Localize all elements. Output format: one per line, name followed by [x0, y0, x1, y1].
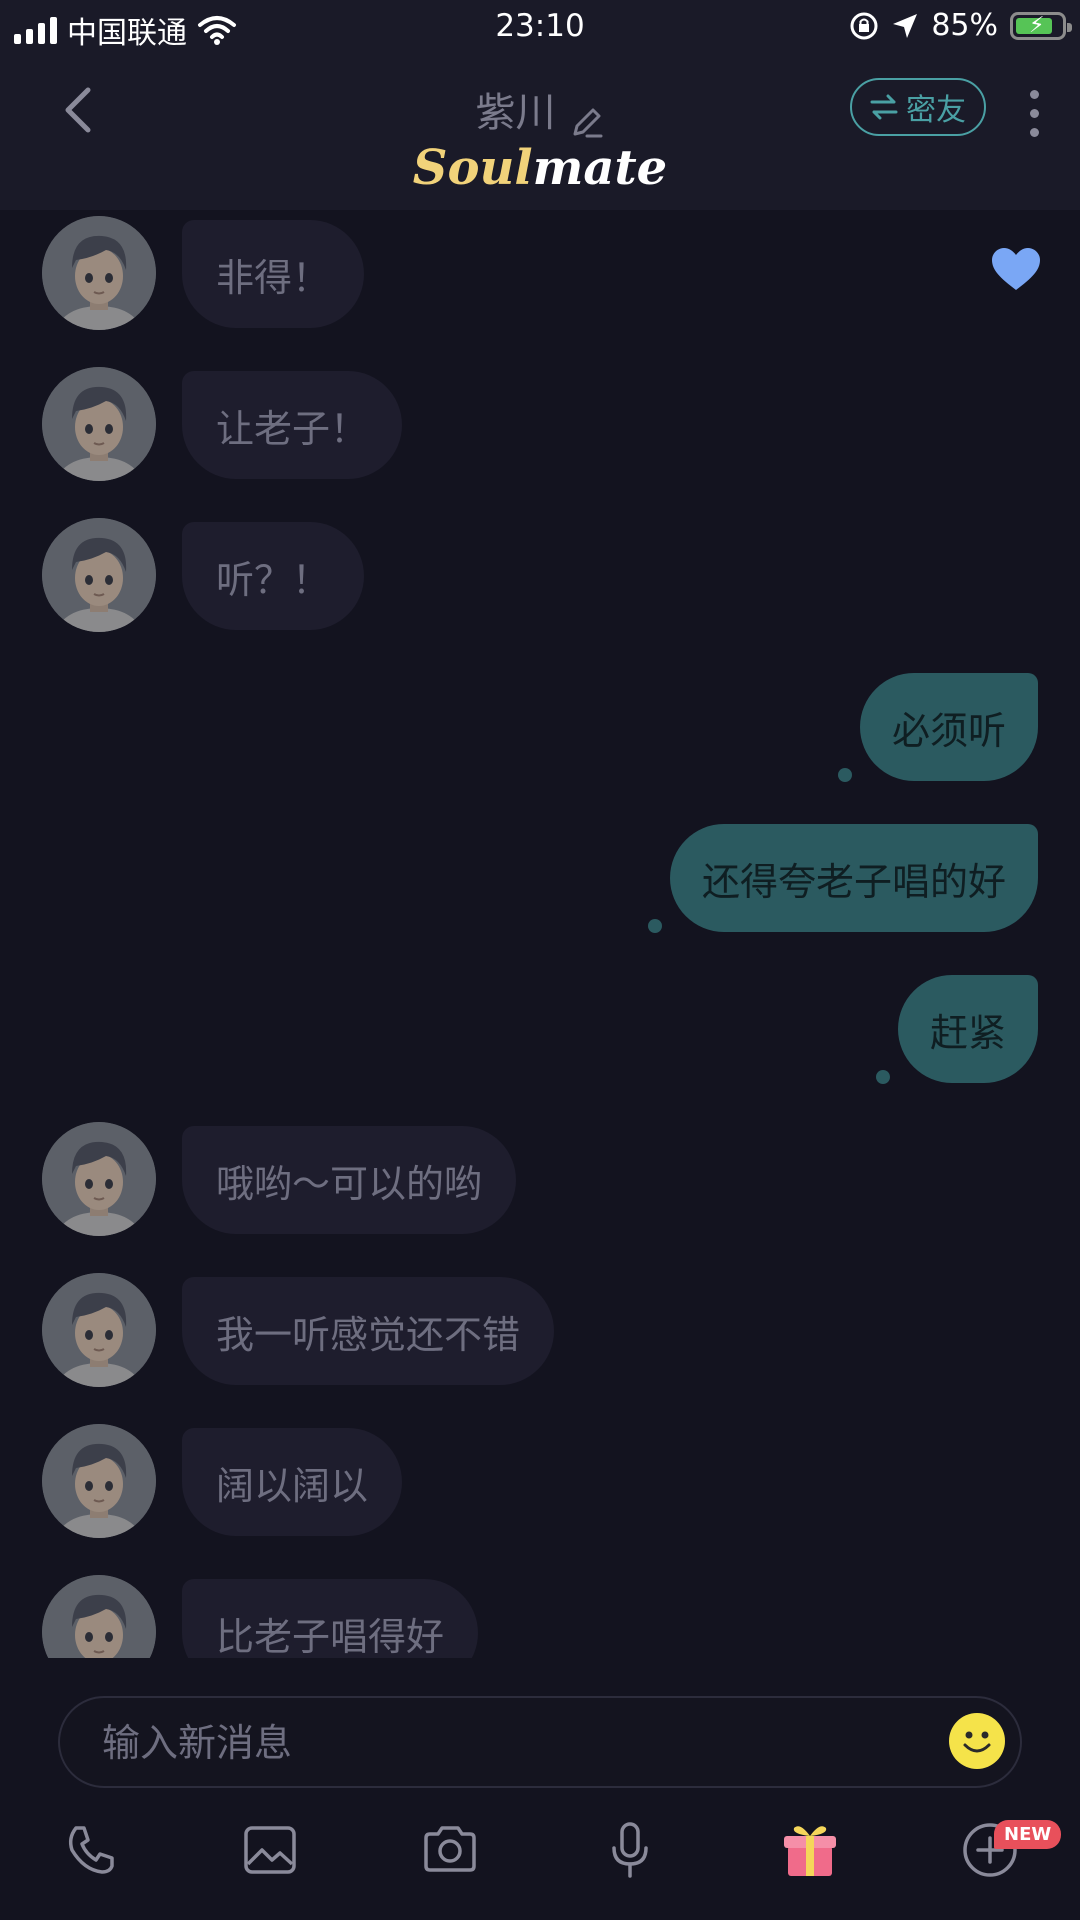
message-tail-dot [648, 919, 662, 933]
phone-icon[interactable] [62, 1820, 122, 1880]
status-bar: 中国联通 23:10 85% ⚡ [0, 0, 1080, 54]
avatar[interactable] [42, 1122, 156, 1236]
avatar[interactable] [42, 216, 156, 330]
battery-percent: 85% [931, 8, 998, 43]
incoming-message[interactable]: 让老子！ [182, 371, 403, 479]
outgoing-message[interactable]: 必须听 [859, 673, 1038, 781]
outgoing-message[interactable]: 赶紧 [897, 975, 1038, 1083]
heart-icon[interactable] [990, 246, 1042, 292]
message-input[interactable] [100, 1714, 884, 1772]
close-friend-button[interactable]: 密友 [850, 78, 986, 136]
image-icon[interactable] [240, 1820, 300, 1880]
microphone-icon[interactable] [600, 1820, 660, 1880]
message-tail-dot [876, 1070, 890, 1084]
battery-icon: ⚡ [1010, 11, 1072, 40]
close-friend-label: 密友 [906, 93, 966, 128]
incoming-message[interactable]: 阔以阔以 [182, 1428, 403, 1536]
bottom-toolbar [0, 1820, 1080, 1890]
incoming-message[interactable]: 非得！ [182, 220, 365, 328]
swap-icon [870, 94, 898, 120]
avatar[interactable] [42, 1575, 156, 1658]
message-input-bar [58, 1696, 1022, 1788]
rotation-lock-icon [850, 12, 878, 39]
message-tail-dot [838, 768, 852, 782]
chat-header: 紫川 Soulmate 密友 [0, 54, 1080, 210]
incoming-message[interactable]: 听？！ [182, 522, 365, 630]
avatar[interactable] [42, 367, 156, 481]
chat-title[interactable]: 紫川 [475, 90, 555, 136]
new-badge: NEW [994, 1820, 1062, 1849]
emoji-icon[interactable] [948, 1712, 1006, 1770]
edit-icon[interactable] [569, 104, 605, 140]
location-icon [893, 13, 918, 38]
incoming-message[interactable]: 哦哟～可以的哟 [182, 1126, 517, 1234]
avatar[interactable] [42, 1273, 156, 1387]
incoming-message[interactable]: 比老子唱得好 [182, 1579, 479, 1658]
incoming-message[interactable]: 我一听感觉还不错 [182, 1277, 555, 1385]
camera-icon[interactable] [420, 1820, 480, 1880]
outgoing-message[interactable]: 还得夸老子唱的好 [669, 824, 1038, 932]
gift-icon[interactable] [780, 1820, 840, 1880]
more-icon[interactable] [1030, 90, 1042, 147]
avatar[interactable] [42, 518, 156, 632]
chat-area[interactable]: 非得！ 让老子！ 听？！ 必须听还得夸老子唱的好赶紧哦哟～可以的哟 我一听感觉还不错 阔以… [0, 210, 1080, 1658]
avatar[interactable] [42, 1424, 156, 1538]
soulmate-logo: Soulmate [412, 140, 668, 196]
status-right: 85% ⚡ [849, 8, 1072, 43]
